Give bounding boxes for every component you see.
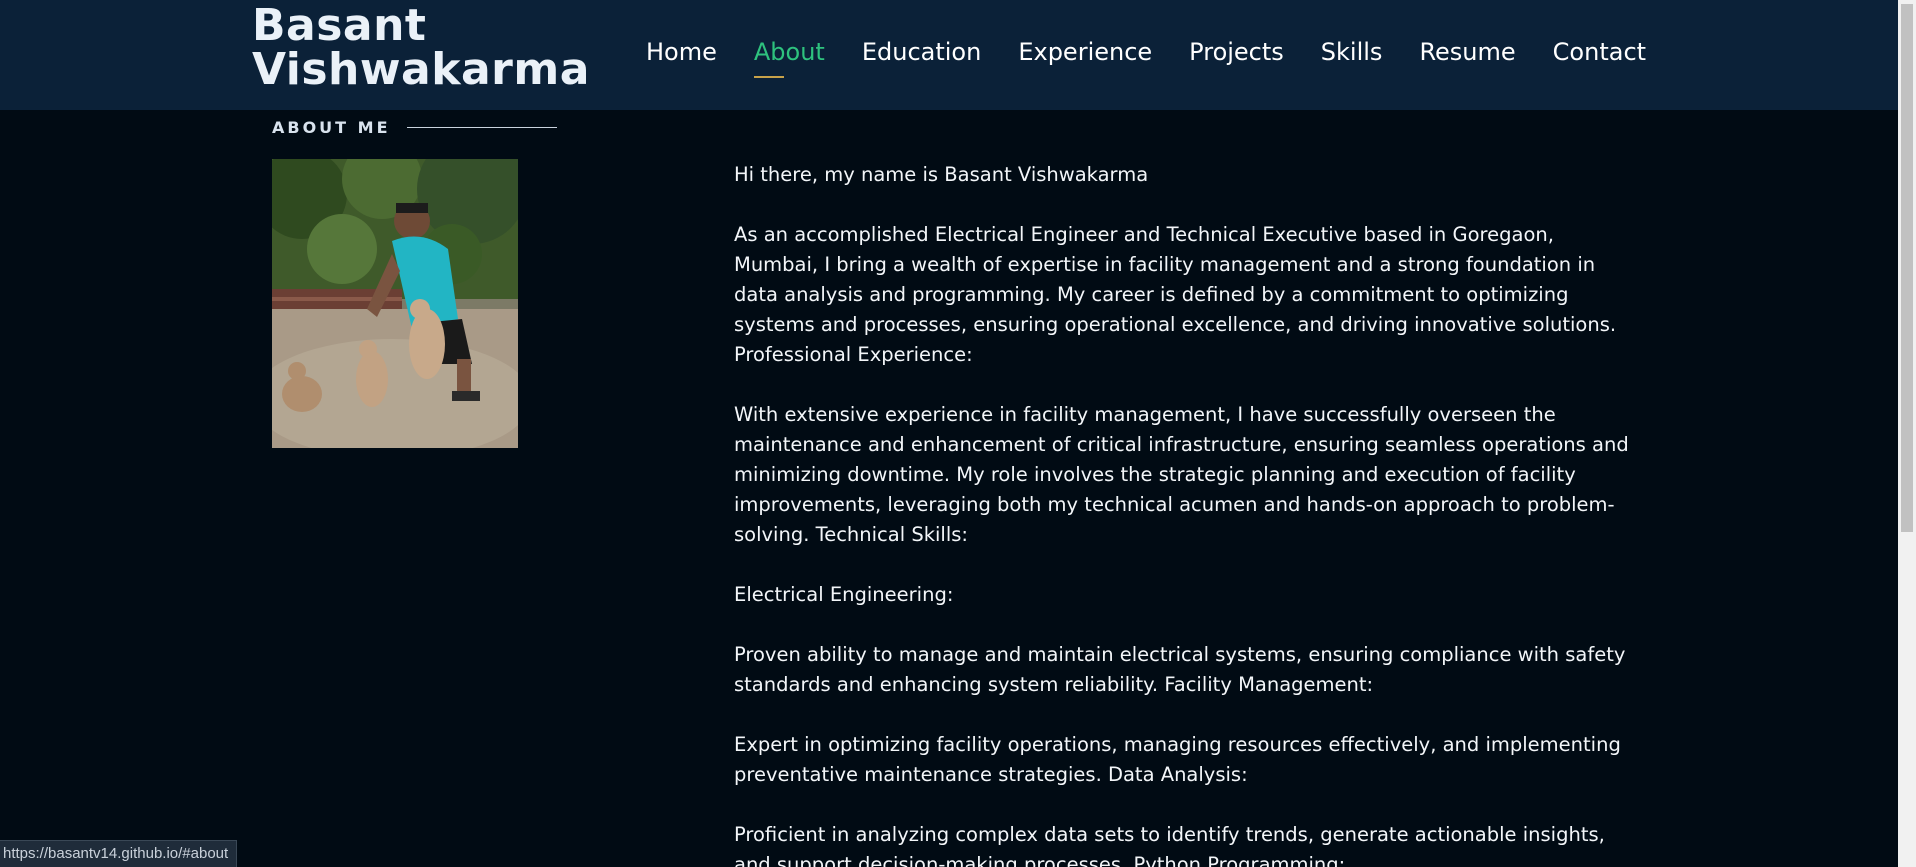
about-paragraph: Expert in optimizing facility operations… — [734, 733, 1621, 786]
about-paragraph: Hi there, my name is Basant Vishwakarma — [734, 163, 1149, 186]
about-paragraph: As an accomplished Electrical Engineer a… — [734, 223, 1617, 366]
nav-experience[interactable]: Experience — [1018, 38, 1152, 66]
site-header: Basant Vishwakarma Home About Education … — [0, 0, 1898, 110]
about-text: Hi there, my name is Basant Vishwakarma … — [734, 160, 1634, 867]
link-status-bar: https://basantv14.github.io/#about — [0, 840, 238, 867]
profile-photo — [272, 159, 518, 448]
main-nav: Home About Education Experience Projects… — [646, 38, 1683, 78]
brand-first-name: Basant — [252, 0, 427, 51]
about-paragraph: Electrical Engineering: — [734, 583, 954, 606]
nav-projects[interactable]: Projects — [1189, 38, 1284, 66]
nav-resume[interactable]: Resume — [1419, 38, 1515, 66]
site-brand[interactable]: Basant Vishwakarma — [252, 4, 590, 92]
section-title-rule — [406, 127, 557, 128]
scrollbar-thumb[interactable] — [1901, 4, 1913, 532]
section-title-text: ABOUT ME — [272, 118, 391, 137]
about-paragraph: Proven ability to manage and maintain el… — [734, 643, 1626, 696]
page: Basant Vishwakarma Home About Education … — [0, 0, 1916, 867]
page-scrollbar[interactable] — [1898, 0, 1916, 867]
nav-education[interactable]: Education — [862, 38, 981, 66]
section-title: ABOUT ME — [272, 118, 557, 137]
nav-home[interactable]: Home — [646, 38, 717, 66]
nav-contact[interactable]: Contact — [1553, 38, 1646, 66]
about-paragraph: Proficient in analyzing complex data set… — [734, 823, 1605, 867]
nav-about[interactable]: About — [753, 38, 825, 78]
nav-skills[interactable]: Skills — [1321, 38, 1383, 66]
brand-last-name: Vishwakarma — [252, 44, 590, 95]
about-paragraph: With extensive experience in facility ma… — [734, 403, 1629, 546]
